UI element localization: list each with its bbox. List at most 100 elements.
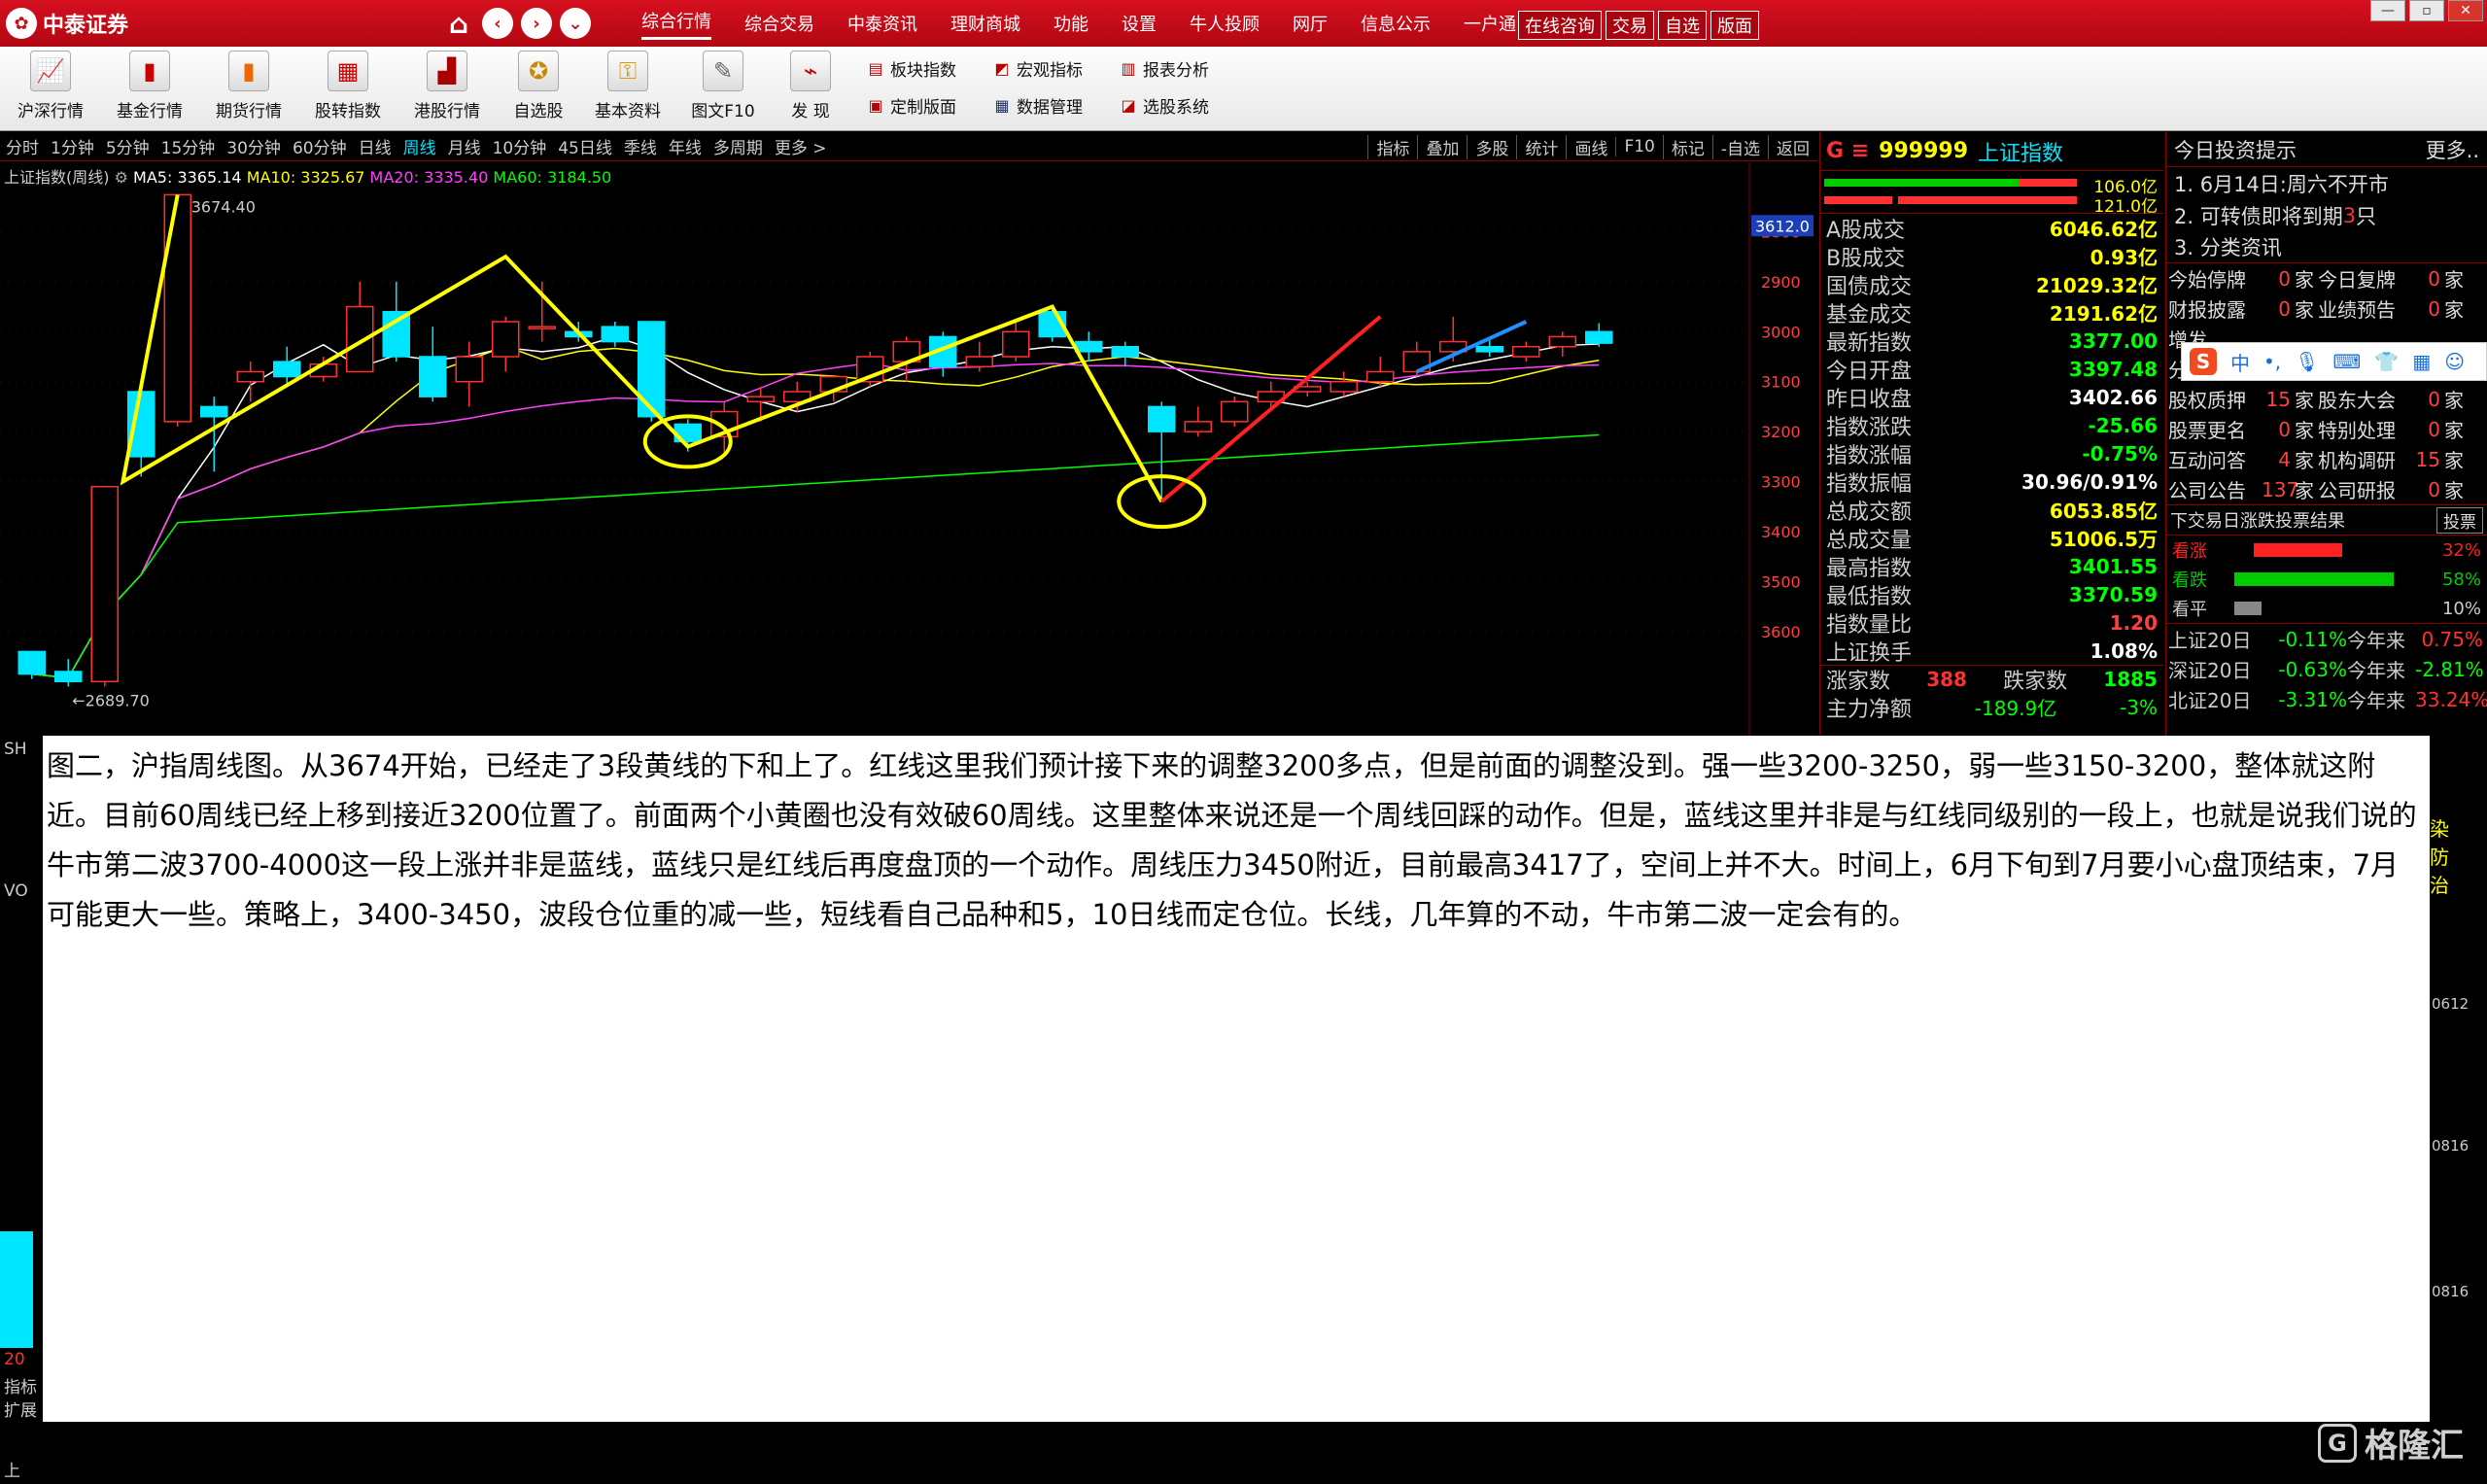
tool-stock-screener[interactable]: ◪ 选股系统: [1118, 93, 1209, 118]
forward-icon[interactable]: ›: [521, 8, 552, 39]
period-tab[interactable]: 年线: [663, 134, 708, 158]
keyboard-icon[interactable]: ⌨: [2333, 350, 2362, 373]
chart-tool[interactable]: -自选: [1711, 134, 1768, 159]
chart-icon: 📈: [30, 51, 71, 91]
period-tab[interactable]: 季线: [618, 134, 663, 158]
period-tab[interactable]: 30分钟: [221, 134, 287, 158]
tool-f10[interactable]: ✎ 图文F10: [676, 51, 770, 121]
chart-tool[interactable]: 统计: [1516, 134, 1566, 159]
count-rows: 今始停牌0家今日复牌0家财报披露0家业绩预告0家增发分红股权质押15家股东大会0…: [2166, 263, 2487, 504]
close-icon[interactable]: ✕: [2448, 0, 2483, 21]
pen-icon: ✎: [703, 51, 743, 91]
tool-data-manage[interactable]: ▦ 数据管理: [991, 93, 1083, 118]
maximize-icon[interactable]: ▫: [2409, 0, 2444, 21]
index-row[interactable]: 北证20日 -3.31% 今年来 33.24%: [2166, 684, 2487, 714]
count-row[interactable]: 股票更名 0 家特别处理 0 家: [2166, 414, 2487, 444]
chart-tool[interactable]: 指标: [1367, 134, 1417, 159]
grid-icon[interactable]: ▦: [2412, 350, 2431, 373]
chart-tool[interactable]: 画线: [1566, 134, 1615, 159]
menu-item[interactable]: 一户通: [1464, 11, 1516, 36]
user-icon[interactable]: ☺: [2444, 350, 2465, 373]
menu-item[interactable]: 网厅: [1293, 11, 1328, 36]
settings-icon[interactable]: ⚙: [115, 168, 128, 187]
online-consult-button[interactable]: 在线咨询: [1518, 11, 1602, 40]
count-row[interactable]: 互动问答 4 家机构调研 15 家: [2166, 444, 2487, 474]
period-tab[interactable]: 45日线: [552, 134, 618, 158]
count-label: 股票更名: [2168, 419, 2246, 442]
vote-button[interactable]: 投票: [2436, 506, 2483, 534]
tool2-label: 板块指数: [890, 61, 956, 81]
layout-button[interactable]: 版面: [1710, 11, 1759, 40]
index-ylabel: 今年来: [2347, 689, 2405, 712]
sogou-icon[interactable]: S: [2190, 348, 2217, 375]
menu-item[interactable]: 信息公示: [1361, 11, 1431, 36]
chart-tool[interactable]: 叠加: [1417, 134, 1467, 159]
chart-tool[interactable]: 多股: [1467, 134, 1516, 159]
period-tab[interactable]: 60分钟: [287, 134, 353, 158]
chart-tool[interactable]: 返回: [1768, 134, 1817, 159]
tool-basic-info[interactable]: ⚿ 基本资料: [581, 51, 674, 121]
ime-toolbar[interactable]: S 中 •, 🎙 ⌨ 👕 ▦ ☺: [2181, 342, 2487, 381]
count-row[interactable]: 财报披露 0 家业绩预告 0 家: [2166, 293, 2487, 324]
period-tab[interactable]: 分时: [0, 134, 45, 158]
period-tab[interactable]: 5分钟: [100, 134, 155, 158]
chart-tool[interactable]: F10: [1615, 137, 1662, 156]
home-icon[interactable]: ⌂: [443, 8, 474, 40]
menu-item[interactable]: 中泰资讯: [847, 11, 917, 36]
building-icon: ▟: [427, 51, 467, 91]
tool-fund-quotes[interactable]: ▮ 基金行情: [103, 51, 196, 121]
tool-my-stocks[interactable]: ✪ 自选股: [492, 51, 585, 121]
skin-icon[interactable]: 👕: [2374, 350, 2399, 373]
period-tab[interactable]: 日线: [353, 134, 397, 158]
tool-neeq-index[interactable]: ▦ 股转指数: [301, 51, 395, 121]
info-item[interactable]: 3. 分类资讯: [2166, 231, 2487, 263]
count-row[interactable]: 股权质押 15 家股东大会 0 家: [2166, 384, 2487, 414]
back-icon[interactable]: ‹: [482, 8, 513, 39]
tool-discover[interactable]: ⌁ 发 现: [764, 51, 857, 121]
menu-item[interactable]: 综合交易: [744, 11, 814, 36]
info-more-link[interactable]: 更多..: [2426, 135, 2479, 164]
ime-lang[interactable]: 中: [2230, 348, 2250, 376]
period-tab[interactable]: 月线: [442, 134, 487, 158]
minimize-icon[interactable]: —: [2370, 0, 2405, 21]
quote-row-label: 指数量比: [1826, 612, 1913, 638]
tool-report-analysis[interactable]: ▥ 报表分析: [1118, 56, 1209, 81]
menu-item[interactable]: 设置: [1122, 11, 1157, 36]
tool-sector-index[interactable]: ▤ 板块指数: [865, 56, 956, 81]
period-tab-weekly[interactable]: 周线: [397, 134, 442, 158]
trade-button[interactable]: 交易: [1606, 11, 1654, 40]
extend-tab[interactable]: 扩展: [4, 1397, 37, 1421]
kline-chart-area[interactable]: 上证指数(周线) ⚙ MA5: 3365.14 MA10: 3325.67 MA…: [0, 162, 1817, 736]
tool-futures-quotes[interactable]: ▮ 期货行情: [202, 51, 295, 121]
period-bar: 分时 1分钟 5分钟 15分钟 30分钟 60分钟 日线 周线 月线 10分钟 …: [0, 132, 1817, 161]
bottom-tab[interactable]: 上: [4, 1457, 20, 1481]
menu-item[interactable]: 功能: [1054, 11, 1088, 36]
period-tab[interactable]: 1分钟: [45, 134, 100, 158]
info-item[interactable]: 2. 可转债即将到期 3 只: [2166, 199, 2487, 231]
count-value: 0: [2428, 417, 2440, 441]
period-more[interactable]: 更多 >: [769, 134, 833, 158]
watchlist-button[interactable]: 自选: [1658, 11, 1707, 40]
menu-item[interactable]: 理财商城: [950, 11, 1020, 36]
quote-row: B股成交 0.93亿: [1820, 242, 2163, 271]
ime-punct[interactable]: •,: [2263, 350, 2281, 373]
index-row[interactable]: 上证20日 -0.11% 今年来 0.75%: [2166, 624, 2487, 654]
info-item[interactable]: 1. 6月14日:周六不开市: [2166, 167, 2487, 199]
count-row[interactable]: 公司公告 137 家公司研报 0 家: [2166, 474, 2487, 504]
candle-up: [1512, 345, 1540, 358]
period-tab[interactable]: 多周期: [708, 134, 769, 158]
dropdown-icon[interactable]: ⌄: [560, 8, 591, 39]
chart-tool[interactable]: 标记: [1662, 134, 1712, 159]
tool-macro-index[interactable]: ◩ 宏观指标: [991, 56, 1083, 81]
tool-hk-quotes[interactable]: ▟ 港股行情: [400, 51, 494, 121]
tool-shenhu-quotes[interactable]: 📈 沪深行情: [4, 51, 97, 121]
menu-item[interactable]: 牛人投顾: [1190, 11, 1260, 36]
tool-custom-layout[interactable]: ▣ 定制版面: [865, 93, 956, 118]
period-tab[interactable]: 10分钟: [487, 134, 553, 158]
count-row[interactable]: 今始停牌 0 家今日复牌 0 家: [2166, 263, 2487, 293]
index-row[interactable]: 深证20日 -0.63% 今年来 -2.81%: [2166, 654, 2487, 684]
indicator-tab[interactable]: 指标: [4, 1373, 37, 1398]
period-tab[interactable]: 15分钟: [155, 134, 222, 158]
mic-icon[interactable]: 🎙: [2295, 350, 2319, 373]
menu-item[interactable]: 综合行情: [641, 8, 711, 40]
